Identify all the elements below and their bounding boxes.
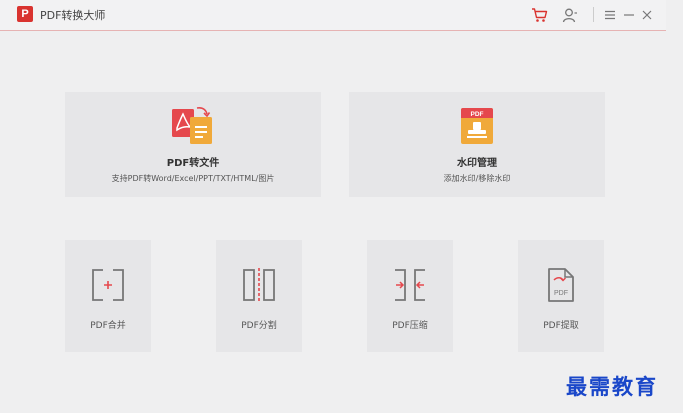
compress-icon — [393, 268, 427, 306]
pdf-badge-text: PDF — [471, 111, 484, 118]
tool-label: PDF提取 — [543, 321, 579, 331]
app-title: PDF转换大师 — [40, 9, 106, 22]
menu-icon[interactable] — [601, 6, 619, 24]
pdf-convert-icon — [170, 106, 216, 150]
tool-label: PDF分割 — [241, 321, 277, 331]
app-window: P PDF转换大师 PDF转文件 支持PDF转Word/Excel/PPT/TX… — [0, 0, 666, 413]
feature-title: 水印管理 — [457, 158, 497, 169]
extract-pdf-text: PDF — [554, 290, 568, 297]
feature-subtitle: 添加水印/移除水印 — [443, 174, 511, 183]
title-bar: P PDF转换大师 — [0, 0, 666, 31]
cart-icon[interactable] — [530, 6, 548, 24]
minimize-icon[interactable] — [620, 6, 638, 24]
toolbar-divider — [593, 7, 594, 22]
split-icon — [242, 268, 276, 306]
watermark-stamp-icon: PDF — [460, 107, 494, 149]
pdf-to-file-card[interactable]: PDF转文件 支持PDF转Word/Excel/PPT/TXT/HTML/图片 — [65, 92, 321, 197]
feature-subtitle: 支持PDF转Word/Excel/PPT/TXT/HTML/图片 — [111, 174, 275, 183]
pdf-merge-card[interactable]: PDF合并 — [65, 240, 151, 352]
watermark-card[interactable]: PDF 水印管理 添加水印/移除水印 — [349, 92, 605, 197]
site-watermark-text: 最需教育 — [566, 374, 658, 399]
merge-icon — [91, 268, 125, 306]
tool-label: PDF压缩 — [392, 321, 428, 331]
user-icon[interactable] — [561, 6, 579, 24]
close-icon[interactable] — [638, 6, 656, 24]
pdf-compress-card[interactable]: PDF压缩 — [367, 240, 453, 352]
feature-title: PDF转文件 — [166, 158, 220, 169]
extract-icon: PDF — [546, 267, 576, 307]
pdf-split-card[interactable]: PDF分割 — [216, 240, 302, 352]
app-logo: P — [17, 6, 33, 22]
pdf-extract-card[interactable]: PDF PDF提取 — [518, 240, 604, 352]
tool-label: PDF合并 — [90, 321, 126, 331]
